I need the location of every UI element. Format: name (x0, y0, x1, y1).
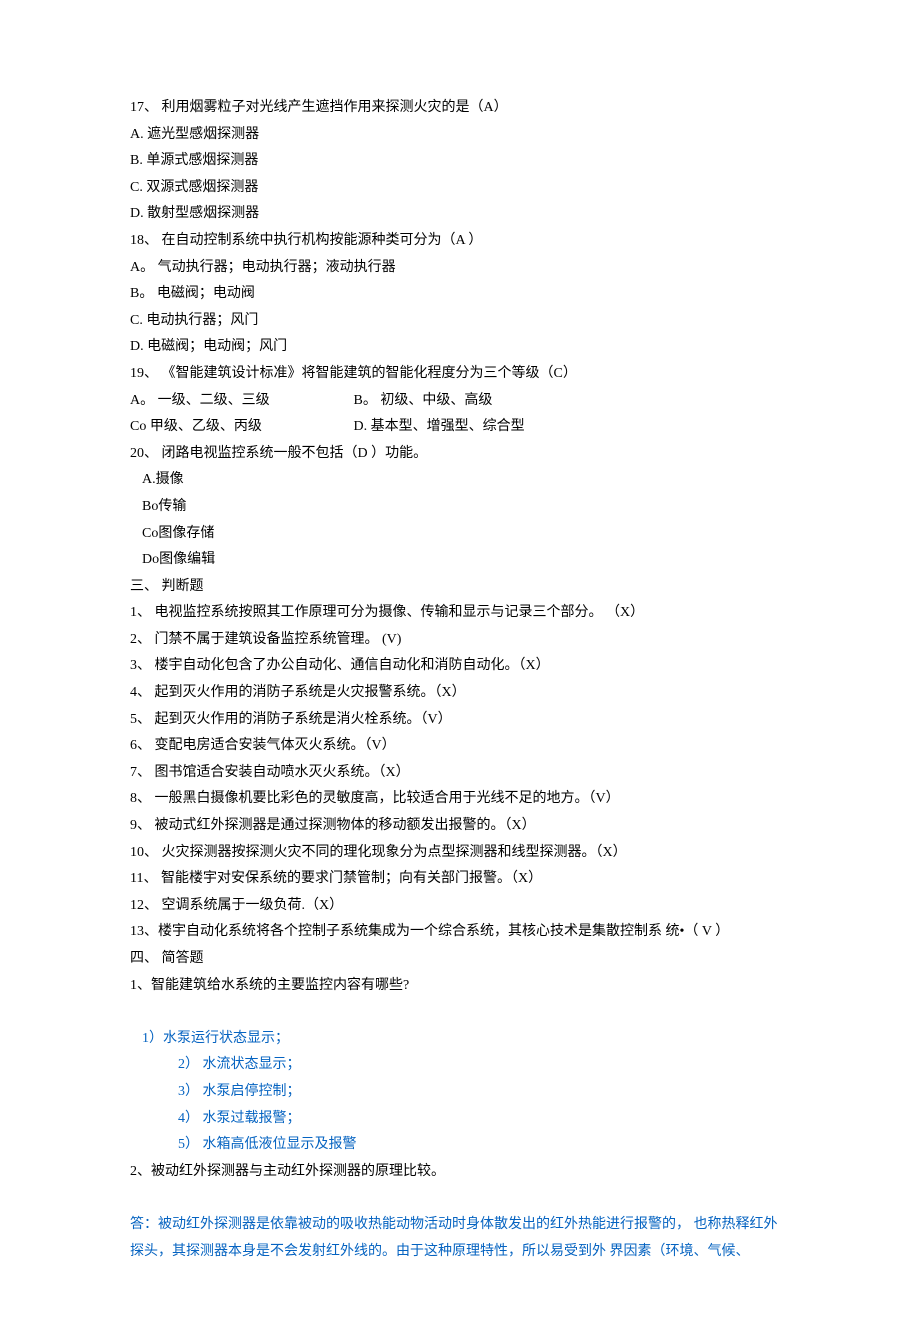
q17-option-c: C. 双源式感烟探测器 (130, 175, 790, 202)
q20-option-d: Do图像编辑 (130, 547, 790, 574)
q18-option-b: B。 电磁阀；电动阀 (130, 281, 790, 308)
q18-option-a: A。 气动执行器；电动执行器；液动执行器 (130, 255, 790, 282)
sa1-answer-3: 3） 水泵启停控制； (130, 1079, 790, 1106)
q19-options-line1: A。 一级、二级、三级 B。 初级、中级、高级 (130, 388, 790, 415)
q17-option-b: B. 单源式感烟探测器 (130, 148, 790, 175)
tf-item-11: 11、 智能楼宇对安保系统的要求门禁管制；向有关部门报警。（X） (130, 866, 790, 893)
q19-option-b: B。 初级、中级、高级 (354, 393, 493, 408)
tf-item-12: 12、 空调系统属于一级负荷.（X） (130, 893, 790, 920)
tf-item-7: 7、 图书馆适合安装自动喷水灭火系统。（X） (130, 760, 790, 787)
q18-stem: 18、 在自动控制系统中执行机构按能源种类可分为（A ） (130, 228, 790, 255)
sa1-question: 1、智能建筑给水系统的主要监控内容有哪些? (130, 973, 790, 1000)
q20-stem: 20、 闭路电视监控系统一般不包括（D ）功能。 (130, 441, 790, 468)
tf-item-6: 6、 变配电房适合安装气体灭火系统。（V） (130, 733, 790, 760)
q20-option-a: A.摄像 (130, 467, 790, 494)
sa1-answer-2: 2） 水流状态显示； (130, 1052, 790, 1079)
tf-item-4: 4、 起到灭火作用的消防子系统是火灾报警系统。（X） (130, 680, 790, 707)
sa1-answer-1: 1）水泵运行状态显示； (130, 1026, 790, 1053)
q17-stem: 17、 利用烟雾粒子对光线产生遮挡作用来探测火灾的是（A） (130, 95, 790, 122)
tf-item-5: 5、 起到灭火作用的消防子系统是消火栓系统。（V） (130, 707, 790, 734)
tf-item-1: 1、 电视监控系统按照其工作原理可分为摄像、传输和显示与记录三个部分。 （X） (130, 600, 790, 627)
q18-option-c: C. 电动执行器；风门 (130, 308, 790, 335)
tf-item-10: 10、 火灾探测器按探测火灾不同的理化现象分为点型探测器和线型探测器。（X） (130, 840, 790, 867)
q19-option-d: D. 基本型、增强型、综合型 (354, 419, 525, 434)
section-3-heading: 三、 判断题 (130, 574, 790, 601)
q20-option-b: Bo传输 (130, 494, 790, 521)
q17-option-d: D. 散射型感烟探测器 (130, 201, 790, 228)
section-4-heading: 四、 简答题 (130, 946, 790, 973)
q19-stem: 19、 《智能建筑设计标准》将智能建筑的智能化程度分为三个等级（C） (130, 361, 790, 388)
sa2-question: 2、被动红外探测器与主动红外探测器的原理比较。 (130, 1159, 790, 1186)
q18-option-d: D. 电磁阀；电动阀；风门 (130, 334, 790, 361)
q19-option-c: Co 甲级、乙级、丙级 (130, 414, 350, 441)
q20-option-c: Co图像存储 (130, 521, 790, 548)
sa1-answer-4: 4） 水泵过载报警； (130, 1106, 790, 1133)
tf-item-2: 2、 门禁不属于建筑设备监控系统管理。 (V) (130, 627, 790, 654)
tf-item-9: 9、 被动式红外探测器是通过探测物体的移动额发出报警的。（X） (130, 813, 790, 840)
tf-item-3: 3、 楼宇自动化包含了办公自动化、通信自动化和消防自动化。（X） (130, 653, 790, 680)
tf-item-8: 8、 一般黑白摄像机要比彩色的灵敏度高，比较适合用于光线不足的地方。（V） (130, 786, 790, 813)
q19-option-a: A。 一级、二级、三级 (130, 388, 350, 415)
q19-options-line2: Co 甲级、乙级、丙级 D. 基本型、增强型、综合型 (130, 414, 790, 441)
tf-item-13: 13、楼宇自动化系统将各个控制子系统集成为一个综合系统，其核心技术是集散控制系 … (130, 919, 790, 946)
sa2-answer: 答：被动红外探测器是依靠被动的吸收热能动物活动时身体散发出的红外热能进行报警的，… (130, 1212, 790, 1265)
sa1-answer-5: 5） 水箱高低液位显示及报警 (130, 1132, 790, 1159)
q17-option-a: A. 遮光型感烟探测器 (130, 122, 790, 149)
